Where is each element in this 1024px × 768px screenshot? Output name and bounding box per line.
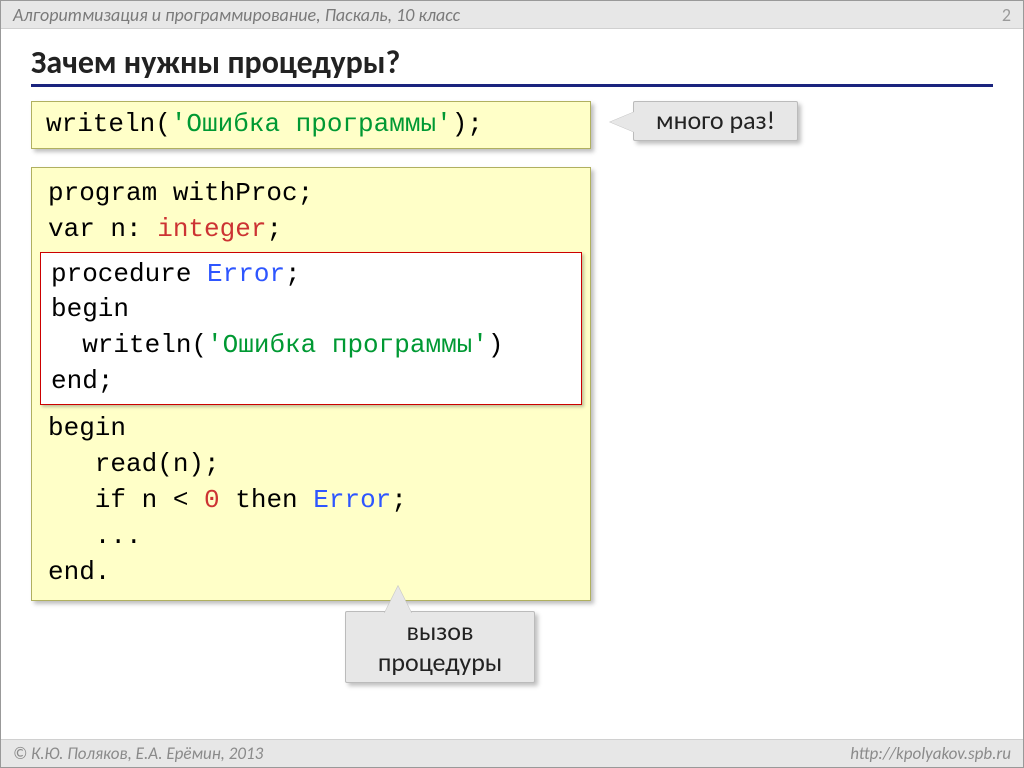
code-snippet-writeln: writeln('Ошибка программы'); xyxy=(31,101,591,149)
number-literal: 0 xyxy=(204,485,220,515)
code-text: begin xyxy=(51,294,129,324)
course-title: Алгоритмизация и программирование, Паска… xyxy=(13,4,460,26)
code-text: then xyxy=(220,485,314,515)
callout-procedure-call: вызов процедуры xyxy=(345,611,535,683)
code-text: ) xyxy=(488,330,504,360)
slide-header: Алгоритмизация и программирование, Паска… xyxy=(1,1,1023,29)
code-text: ; xyxy=(266,214,282,244)
string-literal: 'Ошибка программы' xyxy=(171,109,452,139)
code-text: if n < xyxy=(48,485,204,515)
callout-line: процедуры xyxy=(368,647,512,678)
code-text: ); xyxy=(452,109,483,139)
code-line: ... xyxy=(32,519,590,555)
procedure-definition-box: procedure Error; begin writeln('Ошибка п… xyxy=(40,252,582,406)
code-line: var n: integer; xyxy=(32,212,590,248)
callout-line: вызов xyxy=(368,616,512,647)
procedure-name: Error xyxy=(207,259,285,289)
slide-content: Зачем нужны процедуры? writeln('Ошибка п… xyxy=(1,29,1023,601)
keyword-type: integer xyxy=(157,214,266,244)
title-underline xyxy=(31,84,993,87)
code-text: end; xyxy=(51,366,113,396)
code-text: writeln( xyxy=(51,330,207,360)
code-text: program withProc; xyxy=(48,178,313,208)
callout-many-times: много раз! xyxy=(633,101,798,141)
procedure-call: Error xyxy=(313,485,391,515)
code-text: ; xyxy=(285,259,301,289)
slide: Алгоритмизация и программирование, Паска… xyxy=(0,0,1024,768)
code-line: end. xyxy=(32,555,590,591)
code-line: program withProc; xyxy=(32,176,590,212)
copyright: © К.Ю. Поляков, Е.А. Ерёмин, 2013 xyxy=(13,743,263,764)
page-number: 2 xyxy=(1002,4,1011,26)
example-row: writeln('Ошибка программы'); много раз! xyxy=(31,101,993,149)
code-text: ; xyxy=(391,485,407,515)
slide-title: Зачем нужны процедуры? xyxy=(31,43,993,82)
code-text: procedure xyxy=(51,259,207,289)
code-line: if n < 0 then Error; xyxy=(32,483,590,519)
source-url: http://kpolyakov.spb.ru xyxy=(850,743,1011,764)
code-program: program withProc; var n: integer; proced… xyxy=(31,167,591,602)
string-literal: 'Ошибка программы' xyxy=(207,330,488,360)
callout-text: много раз! xyxy=(656,105,775,136)
code-text: writeln( xyxy=(46,109,171,139)
code-line: begin xyxy=(32,411,590,447)
code-line: read(n); xyxy=(32,447,590,483)
code-text: var n: xyxy=(48,214,157,244)
slide-footer: © К.Ю. Поляков, Е.А. Ерёмин, 2013 http:/… xyxy=(1,739,1023,767)
